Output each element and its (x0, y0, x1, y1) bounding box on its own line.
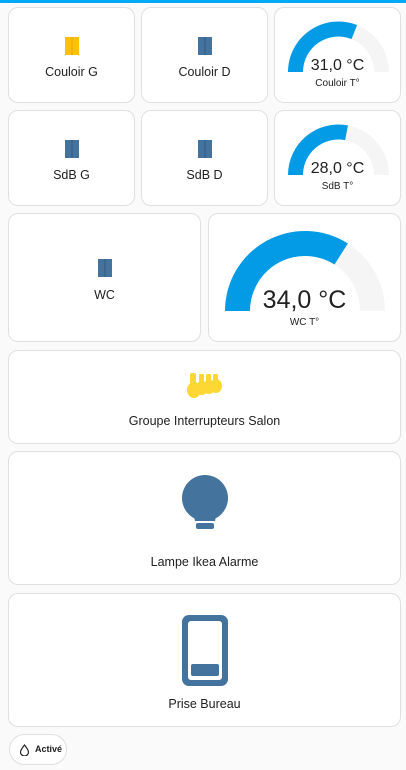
gauge-name: Couloir T° (315, 78, 360, 89)
window-open-icon (64, 37, 79, 55)
top-accent-bar (0, 0, 406, 3)
tile-label: SdB D (186, 168, 223, 182)
active-chip[interactable]: Activé (9, 734, 67, 765)
tile-couloir-g[interactable]: Couloir G (8, 7, 135, 103)
gauge-value: 28,0 °C (310, 160, 365, 177)
gauge-sdb-temperature[interactable]: 28,0 °C SdB T° (274, 110, 401, 206)
gauge-name: WC T° (289, 317, 320, 328)
gauge-wc-temperature[interactable]: 34,0 °C WC T° (208, 213, 401, 342)
gauge-value: 31,0 °C (310, 57, 365, 74)
tile-label: SdB G (53, 168, 90, 182)
tile-label: WC (94, 288, 115, 302)
tile-label: Couloir D (178, 65, 231, 79)
gauge-value: 34,0 °C (262, 286, 347, 314)
outlet-label: Prise Bureau (168, 697, 241, 711)
outlet-button[interactable]: Prise Bureau (8, 593, 401, 727)
tile-couloir-d[interactable]: Couloir D (141, 7, 268, 103)
tile-sdb-d[interactable]: SdB D (141, 110, 268, 206)
gauge-couloir-temperature[interactable]: 31,0 °C Couloir T° (274, 7, 401, 103)
lamp-label: Lampe Ikea Alarme (150, 555, 259, 569)
window-closed-icon (197, 140, 212, 158)
lightbulb-icon (181, 475, 228, 529)
tile-wc[interactable]: WC (8, 213, 201, 342)
gauge-name: SdB T° (321, 181, 354, 192)
window-closed-icon (97, 259, 112, 277)
tile-label: Couloir G (45, 65, 98, 79)
lamp-button[interactable]: Lampe Ikea Alarme (8, 451, 401, 585)
water-drop-icon (19, 744, 30, 756)
group-label: Groupe Interrupteurs Salon (128, 414, 281, 428)
tile-sdb-g[interactable]: SdB G (8, 110, 135, 206)
window-closed-icon (197, 37, 212, 55)
chip-label: Activé (35, 744, 63, 754)
window-closed-icon (64, 140, 79, 158)
group-switch-button[interactable]: Groupe Interrupteurs Salon (8, 350, 401, 444)
power-socket-icon (181, 615, 228, 686)
lightbulb-group-icon (186, 373, 222, 398)
